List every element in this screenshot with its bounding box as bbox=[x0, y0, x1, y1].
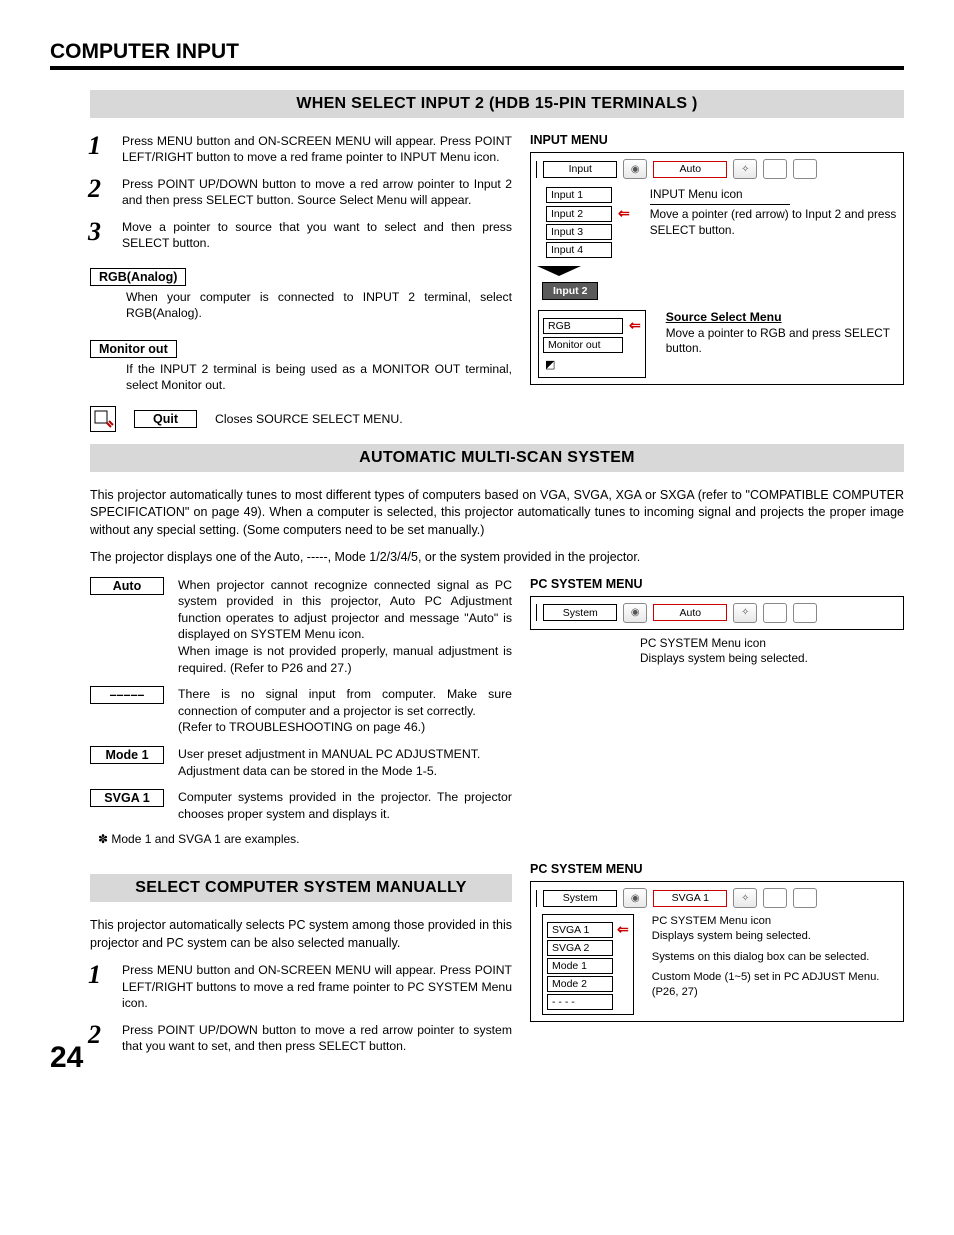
menu-header-system: System bbox=[543, 890, 617, 907]
source-item-rgb: RGB bbox=[543, 318, 623, 334]
step-3: 3 Move a pointer to source that you want… bbox=[50, 219, 512, 252]
mode-text: Computer systems provided in the project… bbox=[178, 789, 512, 822]
mode-text: User preset adjustment in MANUAL PC ADJU… bbox=[178, 746, 512, 779]
mode-auto: Auto When projector cannot recognize con… bbox=[90, 577, 512, 677]
arrow-left-icon: ⇐ bbox=[617, 921, 629, 938]
quit-row: Quit Closes SOURCE SELECT MENU. bbox=[90, 406, 512, 432]
pc-menu2-callout-3: Custom Mode (1~5) set in PC ADJUST Menu.… bbox=[652, 970, 898, 999]
system-item: SVGA 1 bbox=[547, 922, 613, 938]
step-number: 2 bbox=[88, 176, 122, 209]
icons-nav-icon: ◉ bbox=[623, 888, 647, 908]
footnote: ✽ Mode 1 and SVGA 1 are examples. bbox=[98, 832, 512, 846]
step-text: Press MENU button and ON-SCREEN MENU wil… bbox=[122, 962, 512, 1011]
arrow-left-icon: ⇐ bbox=[629, 317, 641, 334]
banner-select-manually: SELECT COMPUTER SYSTEM MANUALLY bbox=[90, 874, 512, 902]
option-desc: If the INPUT 2 terminal is being used as… bbox=[126, 361, 512, 394]
mode-svga1: SVGA 1 Computer systems provided in the … bbox=[90, 789, 512, 822]
input-item: Input 4 bbox=[546, 242, 612, 258]
page-title: COMPUTER INPUT bbox=[50, 40, 904, 70]
step-text: Move a pointer to source that you want t… bbox=[122, 219, 512, 252]
pc-menu1-callout: PC SYSTEM Menu icon Displays system bein… bbox=[640, 636, 904, 667]
pointer-icon: ✧ bbox=[733, 888, 757, 908]
mode-label: ––––– bbox=[90, 686, 164, 704]
nav-icon bbox=[793, 603, 817, 623]
system-item: Mode 1 bbox=[547, 958, 613, 974]
step-1-manual: 1 Press MENU button and ON-SCREEN MENU w… bbox=[50, 962, 512, 1011]
menu-header-auto: Auto bbox=[653, 161, 727, 178]
banner-input2: WHEN SELECT INPUT 2 (HDB 15-PIN TERMINAL… bbox=[90, 90, 904, 118]
quit-desc: Closes SOURCE SELECT MENU. bbox=[215, 412, 403, 426]
source-item-monitor: Monitor out bbox=[543, 337, 623, 353]
mode-label: SVGA 1 bbox=[90, 789, 164, 807]
step-number: 3 bbox=[88, 219, 122, 252]
nav-icon bbox=[763, 603, 787, 623]
step-number: 1 bbox=[88, 962, 122, 1011]
menu-header-svga: SVGA 1 bbox=[653, 890, 727, 907]
pc-system-menu-title-1: PC SYSTEM MENU bbox=[530, 577, 904, 591]
nav-icon bbox=[793, 888, 817, 908]
pointer-icon: ✧ bbox=[733, 159, 757, 179]
option-desc: When your computer is connected to INPUT… bbox=[126, 289, 512, 322]
mode-mode1: Mode 1 User preset adjustment in MANUAL … bbox=[90, 746, 512, 779]
mode-dashes: ––––– There is no signal input from comp… bbox=[90, 686, 512, 736]
system-item: SVGA 2 bbox=[547, 940, 613, 956]
pc-system-menu-2: System ◉ SVGA 1 ✧ SVGA 1 ⇐ SVGA 2 Mode 1 bbox=[530, 881, 904, 1022]
pc-system-menu-title-2: PC SYSTEM MENU bbox=[530, 862, 904, 876]
nav-icon bbox=[763, 159, 787, 179]
mode-label: Mode 1 bbox=[90, 746, 164, 764]
step-text: Press POINT UP/DOWN button to move a red… bbox=[122, 1022, 512, 1055]
input-item: Input 2 bbox=[546, 206, 612, 222]
icons-nav-icon: ◉ bbox=[623, 159, 647, 179]
step-2: 2 Press POINT UP/DOWN button to move a r… bbox=[50, 176, 512, 209]
pc-menu2-callout-1: PC SYSTEM Menu icon Displays system bein… bbox=[652, 914, 898, 943]
quit-button: Quit bbox=[134, 410, 197, 428]
step-text: Press POINT UP/DOWN button to move a red… bbox=[122, 176, 512, 209]
multiscan-para1: This projector automatically tunes to mo… bbox=[90, 487, 904, 540]
menu-header-system: System bbox=[543, 604, 617, 621]
step-1: 1 Press MENU button and ON-SCREEN MENU w… bbox=[50, 133, 512, 166]
page-number: 24 bbox=[50, 1041, 83, 1075]
input-item: Input 3 bbox=[546, 224, 612, 240]
callout-text: Move a pointer (red arrow) to Input 2 an… bbox=[650, 207, 898, 238]
input-menu-box: Input ◉ Auto ✧ Input 1 Input 2 ⇐ Input 3… bbox=[530, 152, 904, 385]
nav-icon bbox=[793, 159, 817, 179]
source-select-text: Move a pointer to RGB and press SELECT b… bbox=[666, 326, 898, 357]
input2-chip: Input 2 bbox=[542, 282, 598, 300]
step-text: Press MENU button and ON-SCREEN MENU wil… bbox=[122, 133, 512, 166]
callout-title: INPUT Menu icon bbox=[650, 187, 898, 202]
system-item: Mode 2 bbox=[547, 976, 613, 992]
mode-text: When projector cannot recognize connecte… bbox=[178, 577, 512, 677]
menu-header-auto: Auto bbox=[653, 604, 727, 621]
nav-icon bbox=[763, 888, 787, 908]
pc-menu2-callout-2: Systems on this dialog box can be select… bbox=[652, 950, 898, 965]
step-2-manual: 2 Press POINT UP/DOWN button to move a r… bbox=[50, 1022, 512, 1055]
step-number: 1 bbox=[88, 133, 122, 166]
select-manually-para: This projector automatically selects PC … bbox=[90, 917, 512, 952]
mode-text: There is no signal input from computer. … bbox=[178, 686, 512, 736]
arrow-left-icon: ⇐ bbox=[618, 205, 630, 222]
input-item: Input 1 bbox=[546, 187, 612, 203]
banner-multiscan: AUTOMATIC MULTI-SCAN SYSTEM bbox=[90, 444, 904, 472]
pointer-icon: ✧ bbox=[733, 603, 757, 623]
mode-label: Auto bbox=[90, 577, 164, 595]
step-number: 2 bbox=[88, 1022, 122, 1055]
source-select-title: Source Select Menu bbox=[666, 310, 898, 326]
input-menu-title: INPUT MENU bbox=[530, 133, 904, 147]
menu-header-input: Input bbox=[543, 161, 617, 178]
down-arrow-icon bbox=[537, 266, 581, 276]
system-item: - - - - bbox=[547, 994, 613, 1010]
option-monitor-out: Monitor out bbox=[90, 340, 177, 358]
multiscan-para2: The projector displays one of the Auto, … bbox=[90, 549, 904, 567]
quit-icon bbox=[90, 406, 116, 432]
icons-nav-icon: ◉ bbox=[623, 603, 647, 623]
pc-system-menu-1: System ◉ Auto ✧ bbox=[530, 596, 904, 630]
option-rgb-analog: RGB(Analog) bbox=[90, 268, 186, 286]
quit-mini-icon: ◩ bbox=[545, 359, 555, 371]
